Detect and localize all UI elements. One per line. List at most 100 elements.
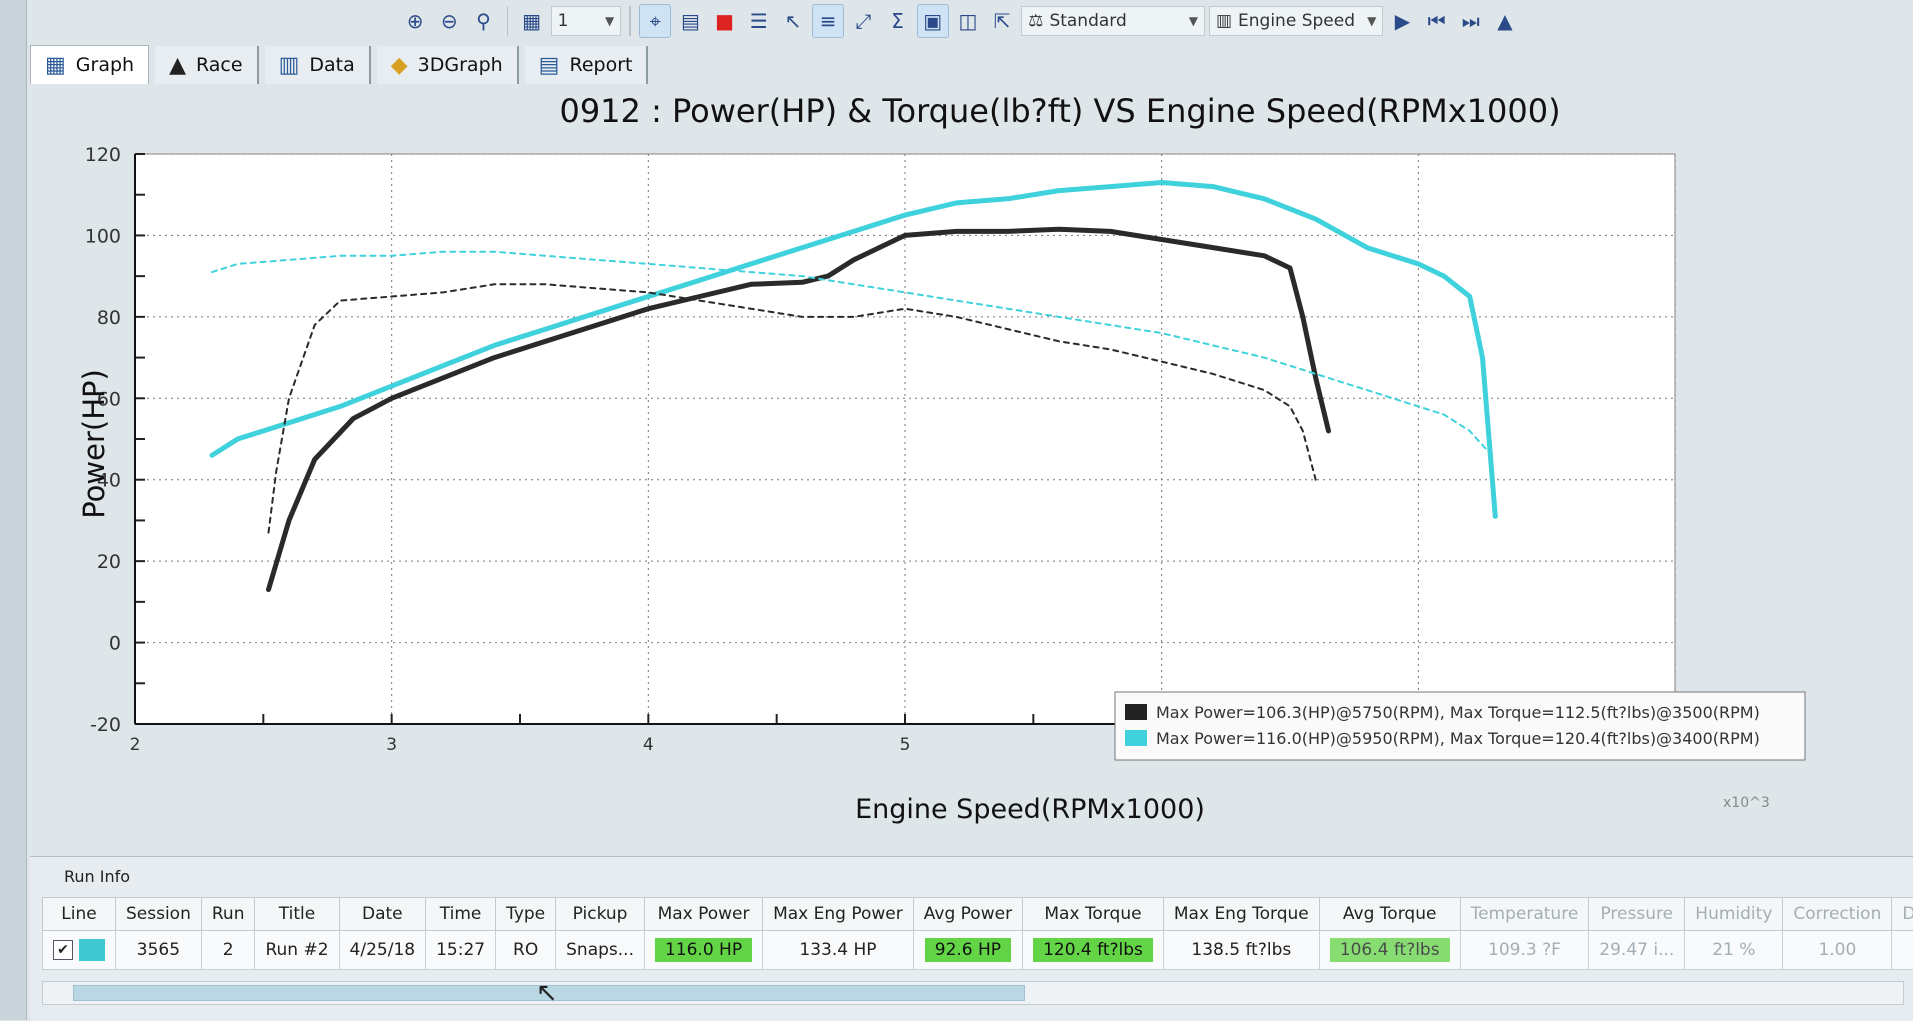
table-cell: 29.47 i... — [1589, 931, 1685, 970]
column-header[interactable]: Max Torque — [1023, 898, 1164, 931]
column-header[interactable]: Pressure — [1589, 898, 1685, 931]
tab-data[interactable]: ▥ Data — [265, 46, 371, 84]
horizontal-scrollbar[interactable] — [42, 981, 1904, 1005]
scale-icon[interactable]: ⤢ — [848, 5, 878, 37]
style-icon: ⚖ — [1028, 11, 1043, 31]
chevron-down-icon: ▼ — [605, 14, 614, 28]
table-cell: Run #2 — [255, 931, 339, 970]
column-header[interactable]: Avg Power — [913, 898, 1022, 931]
tab-graph-label: Graph — [76, 54, 134, 76]
x-axis-multiplier-label: x10^3 — [1723, 795, 1770, 811]
table-cell: 2 — [201, 931, 255, 970]
column-header[interactable]: Line — [43, 898, 116, 931]
table-cell: 133.4 HP — [763, 931, 914, 970]
legend-swatch-1 — [1125, 730, 1147, 746]
tab-graph[interactable]: ▦ Graph — [30, 45, 149, 84]
run-info-title: Run Info — [64, 867, 130, 886]
xaxis-select[interactable]: ▥ Engine Speed ▼ — [1209, 6, 1383, 36]
chevron-down-icon: ▼ — [1367, 14, 1376, 28]
list-icon[interactable]: ☰ — [744, 5, 774, 37]
xaxis-value: Engine Speed — [1238, 11, 1355, 31]
dyno-chart: 234567-20020406080100120 0912 : Power(HP… — [30, 84, 1913, 844]
tab-report-label: Report — [569, 54, 632, 76]
table-cell: 138.5 ft?lbs — [1163, 931, 1319, 970]
cursor-values-icon[interactable]: ≡ — [812, 4, 844, 38]
x-tick-label: 5 — [900, 735, 911, 755]
line-cell: ✔ — [43, 931, 116, 970]
column-header[interactable]: Time — [426, 898, 496, 931]
table-icon[interactable]: ▤ — [675, 5, 705, 37]
pointer-icon[interactable]: ↖ — [778, 5, 808, 37]
report-icon: ▤ — [539, 53, 560, 78]
table-cell-highlight: 116.0 HP — [644, 931, 762, 970]
y-tick-label: 80 — [97, 307, 121, 329]
table-row[interactable]: ✔35652Run #24/25/1815:27ROSnaps...116.0 … — [43, 931, 1913, 970]
chart-title: 0912 : Power(HP) & Torque(lb?ft) VS Engi… — [559, 92, 1560, 130]
zoom-out-icon[interactable]: ⊖ — [434, 5, 464, 37]
graph-icon: ▦ — [45, 53, 66, 78]
y-tick-label: 20 — [97, 551, 121, 573]
skip-back-icon[interactable]: ⏮ — [1422, 5, 1452, 37]
toolbar-separator — [507, 6, 509, 36]
chevron-down-icon: ▼ — [1189, 14, 1198, 28]
legend-entry-0: Max Power=106.3(HP)@5750(RPM), Max Torqu… — [1156, 703, 1760, 722]
column-header[interactable]: Title — [255, 898, 339, 931]
legend-swatch-0 — [1125, 704, 1147, 720]
split-icon[interactable]: ◫ — [953, 5, 983, 37]
xaxis-icon: ▥ — [1216, 11, 1232, 31]
column-header[interactable]: Session — [116, 898, 202, 931]
column-header[interactable]: Correction — [1783, 898, 1892, 931]
tab-report[interactable]: ▤ Report — [525, 46, 649, 84]
column-header[interactable]: Type — [496, 898, 556, 931]
table-cell: 4/25/18 — [339, 931, 426, 970]
line-color-swatch — [79, 939, 105, 961]
data-icon: ▥ — [279, 53, 300, 78]
column-header[interactable]: Max Power — [644, 898, 762, 931]
x-tick-label: 3 — [386, 735, 397, 755]
export-icon[interactable]: ⇱ — [987, 5, 1017, 37]
crosshair-icon[interactable]: ⌖ — [639, 4, 671, 38]
sum-icon[interactable]: Σ — [882, 5, 912, 37]
zoom-level-select[interactable]: 1 ▼ — [551, 6, 622, 36]
column-header[interactable]: Run — [201, 898, 255, 931]
legend-entry-1: Max Power=116.0(HP)@5950(RPM), Max Torqu… — [1156, 729, 1760, 748]
column-header[interactable]: Avg Torque — [1319, 898, 1460, 931]
style-select[interactable]: ⚖ Standard ▼ — [1021, 6, 1205, 36]
chart-svg: 234567-20020406080100120 0912 : Power(HP… — [30, 84, 1913, 844]
legend[interactable]: Max Power=106.3(HP)@5750(RPM), Max Torqu… — [1115, 692, 1805, 760]
x-tick-label: 2 — [130, 735, 141, 755]
race-icon: ▲ — [169, 53, 186, 78]
table-cell-highlight: 92.6 HP — [913, 931, 1022, 970]
left-dock-strip — [0, 0, 27, 1020]
skip-forward-icon[interactable]: ⏭ — [1456, 5, 1486, 37]
mouse-cursor-icon: ↖ — [536, 978, 558, 1008]
table-cell-highlight: 120.4 ft?lbs — [1023, 931, 1164, 970]
play-icon[interactable]: ▶ — [1387, 5, 1417, 37]
table-cell: 15:27 — [426, 931, 496, 970]
record-icon[interactable]: ▲ — [1490, 5, 1520, 37]
column-header[interactable]: Date — [339, 898, 426, 931]
tab-race[interactable]: ▲ Race — [155, 46, 259, 84]
tab-race-label: Race — [196, 54, 243, 76]
zoom-fit-icon[interactable]: ⚲ — [468, 5, 498, 37]
overlay-icon[interactable]: ▣ — [917, 4, 949, 38]
table-cell: 3565 — [116, 931, 202, 970]
column-header[interactable]: Humidity — [1685, 898, 1783, 931]
column-header[interactable]: Pickup — [556, 898, 645, 931]
column-header[interactable]: Temperature — [1460, 898, 1589, 931]
column-header[interactable]: Dyno CF — [1892, 898, 1913, 931]
x-axis-label: Engine Speed(RPMx1000) — [855, 794, 1205, 825]
tab-data-label: Data — [309, 54, 354, 76]
zoom-in-icon[interactable]: ⊕ — [400, 5, 430, 37]
table-cell: 21 % — [1685, 931, 1783, 970]
view-tabs: ▦ Graph ▲ Race ▥ Data ◆ 3DGraph ▤ Report — [30, 40, 648, 84]
table-cell: RO — [496, 931, 556, 970]
column-header[interactable]: Max Eng Torque — [1163, 898, 1319, 931]
color-icon[interactable]: ■ — [710, 5, 740, 37]
table-cell-highlight: 106.4 ft?lbs — [1319, 931, 1460, 970]
tab-3dgraph[interactable]: ◆ 3DGraph — [377, 46, 519, 84]
column-header[interactable]: Max Eng Power — [763, 898, 914, 931]
line-visible-checkbox[interactable]: ✔ — [53, 940, 73, 960]
y-axis-label: Power(HP) — [77, 369, 111, 519]
grid-icon[interactable]: ▦ — [516, 5, 546, 37]
